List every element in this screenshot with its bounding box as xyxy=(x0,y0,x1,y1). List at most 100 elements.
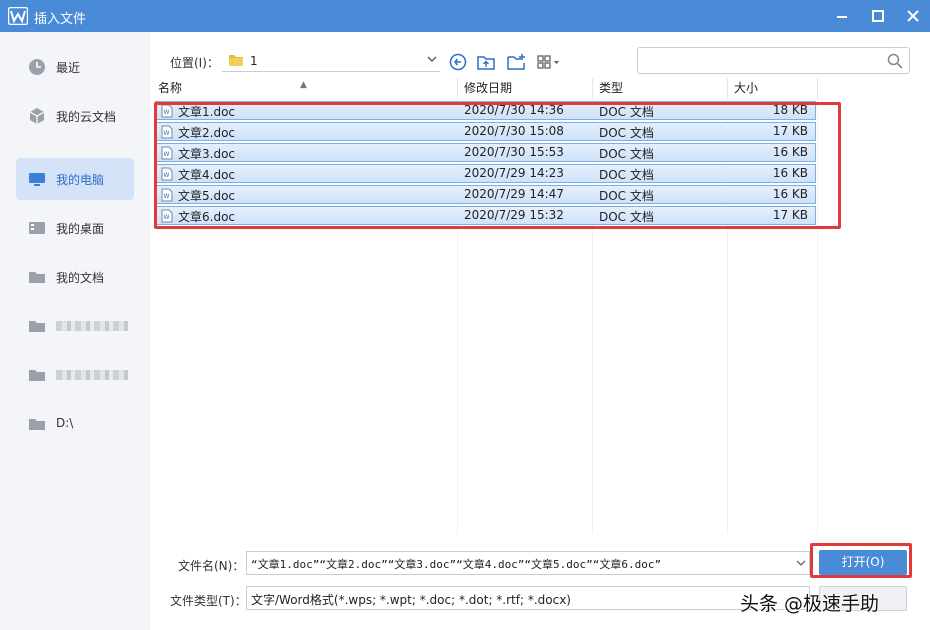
open-button[interactable]: 打开(O) xyxy=(819,550,907,575)
file-name: 文章5.doc xyxy=(178,189,236,203)
table-row[interactable]: W 文章4.doc 2020/7/29 14:23 DOC 文档 16 KB xyxy=(155,164,816,183)
title-bar: 插入文件 xyxy=(0,0,930,32)
blurred-label xyxy=(56,370,128,380)
cloud-cube-icon xyxy=(29,108,45,124)
doc-file-icon: W xyxy=(161,146,173,160)
svg-text:W: W xyxy=(164,172,170,179)
location-label: 位置(I)： xyxy=(170,56,219,70)
column-header-type[interactable]: 类型 xyxy=(593,78,728,98)
column-header-name[interactable]: ▲ 名称 xyxy=(152,78,458,98)
folder-icon xyxy=(29,419,45,430)
filetype-value: 文字/Word格式(*.wps; *.wpt; *.doc; *.dot; *.… xyxy=(251,593,571,607)
sidebar-item-cloud-docs[interactable]: 我的云文档 xyxy=(16,95,134,137)
sidebar-item-label: 我的桌面 xyxy=(56,222,105,236)
monitor-icon xyxy=(29,173,45,186)
file-type: DOC 文档 xyxy=(599,126,654,140)
file-size: 16 KB xyxy=(772,145,808,159)
sidebar-item-documents[interactable]: 我的文档 xyxy=(16,256,134,298)
minimize-icon[interactable] xyxy=(832,6,852,26)
doc-file-icon: W xyxy=(161,167,173,181)
file-size: 16 KB xyxy=(772,187,808,201)
file-type: DOC 文档 xyxy=(599,189,654,203)
sidebar: 最近 我的云文档 我的电脑 我的桌面 我的文档 D:\ xyxy=(0,32,150,630)
doc-file-icon: W xyxy=(161,188,173,202)
table-row[interactable]: W 文章1.doc 2020/7/30 14:36 DOC 文档 18 KB xyxy=(155,101,816,120)
filetype-label: 文件类型(T)： xyxy=(170,594,247,608)
folder-icon xyxy=(229,55,243,66)
column-divider xyxy=(817,98,818,534)
close-icon[interactable] xyxy=(903,6,923,26)
filename-label: 文件名(N)： xyxy=(178,559,245,573)
window-title: 插入文件 xyxy=(34,12,87,27)
sidebar-item-recent[interactable]: 最近 xyxy=(16,46,134,88)
file-size: 16 KB xyxy=(772,166,808,180)
svg-text:W: W xyxy=(164,214,170,221)
chevron-down-icon[interactable] xyxy=(796,557,806,569)
column-header-date[interactable]: 修改日期 xyxy=(458,78,593,98)
file-date: 2020/7/30 14:36 xyxy=(464,103,564,117)
location-path: 1 xyxy=(250,54,258,68)
doc-file-icon: W xyxy=(161,125,173,139)
file-date: 2020/7/30 15:08 xyxy=(464,124,564,138)
file-type: DOC 文档 xyxy=(599,105,654,119)
file-type: DOC 文档 xyxy=(599,147,654,161)
file-list: ▲ 名称 修改日期 类型 大小 W 文章1.doc 2020/7/30 14:3… xyxy=(152,78,930,534)
sidebar-item-drive-d[interactable]: D:\ xyxy=(16,403,134,445)
parent-folder-icon[interactable] xyxy=(476,52,496,72)
location-dropdown[interactable]: 1 xyxy=(222,48,440,72)
folder-icon xyxy=(29,272,45,283)
sidebar-item-label: D:\ xyxy=(56,416,74,430)
clock-icon xyxy=(29,59,45,75)
file-date: 2020/7/30 15:53 xyxy=(464,145,564,159)
column-header-size[interactable]: 大小 xyxy=(728,78,818,98)
table-row[interactable]: W 文章2.doc 2020/7/30 15:08 DOC 文档 17 KB xyxy=(155,122,816,141)
doc-file-icon: W xyxy=(161,209,173,223)
doc-file-icon: W xyxy=(161,104,173,118)
file-type: DOC 文档 xyxy=(599,210,654,224)
file-name: 文章4.doc xyxy=(178,168,236,182)
sidebar-item-desktop[interactable]: 我的桌面 xyxy=(16,207,134,249)
blurred-label xyxy=(56,321,128,331)
file-name: 文章6.doc xyxy=(178,210,236,224)
file-date: 2020/7/29 14:47 xyxy=(464,187,564,201)
sidebar-item-label: 最近 xyxy=(56,61,81,75)
sidebar-item-blurred-2[interactable] xyxy=(16,354,134,396)
svg-text:W: W xyxy=(164,109,170,116)
file-size: 17 KB xyxy=(772,208,808,222)
desktop-icon xyxy=(29,222,45,234)
file-type: DOC 文档 xyxy=(599,168,654,182)
sidebar-item-label: 我的电脑 xyxy=(56,173,105,187)
file-name: 文章2.doc xyxy=(178,126,236,140)
file-name: 文章1.doc xyxy=(178,105,236,119)
svg-text:W: W xyxy=(164,130,170,137)
table-row[interactable]: W 文章3.doc 2020/7/30 15:53 DOC 文档 16 KB xyxy=(155,143,816,162)
back-icon[interactable] xyxy=(448,52,468,72)
svg-text:W: W xyxy=(164,193,170,200)
file-size: 18 KB xyxy=(772,103,808,117)
svg-text:W: W xyxy=(164,151,170,158)
filename-value: “文章1.doc”“文章2.doc”“文章3.doc”“文章4.doc”“文章5… xyxy=(251,558,662,571)
new-folder-icon[interactable] xyxy=(506,52,526,72)
file-date: 2020/7/29 15:32 xyxy=(464,208,564,222)
sort-ascending-icon: ▲ xyxy=(300,80,307,90)
maximize-icon[interactable] xyxy=(868,6,888,26)
file-date: 2020/7/29 14:23 xyxy=(464,166,564,180)
folder-icon xyxy=(29,370,45,381)
file-size: 17 KB xyxy=(772,124,808,138)
watermark: 头条 @极速手助 xyxy=(740,593,880,615)
wps-logo-icon xyxy=(8,7,28,25)
sidebar-item-label: 我的云文档 xyxy=(56,110,117,124)
chevron-down-icon xyxy=(427,56,437,62)
sidebar-item-my-computer[interactable]: 我的电脑 xyxy=(16,158,134,200)
table-row[interactable]: W 文章6.doc 2020/7/29 15:32 DOC 文档 17 KB xyxy=(155,206,816,225)
sidebar-item-blurred-1[interactable] xyxy=(16,305,134,347)
file-name: 文章3.doc xyxy=(178,147,236,161)
table-row[interactable]: W 文章5.doc 2020/7/29 14:47 DOC 文档 16 KB xyxy=(155,185,816,204)
search-input[interactable] xyxy=(637,47,910,74)
sidebar-item-label: 我的文档 xyxy=(56,271,105,285)
folder-icon xyxy=(29,321,45,332)
search-icon xyxy=(887,53,903,69)
filename-input[interactable]: “文章1.doc”“文章2.doc”“文章3.doc”“文章4.doc”“文章5… xyxy=(246,551,810,575)
filetype-select[interactable]: 文字/Word格式(*.wps; *.wpt; *.doc; *.dot; *.… xyxy=(246,586,810,610)
view-menu-icon[interactable] xyxy=(536,52,562,72)
